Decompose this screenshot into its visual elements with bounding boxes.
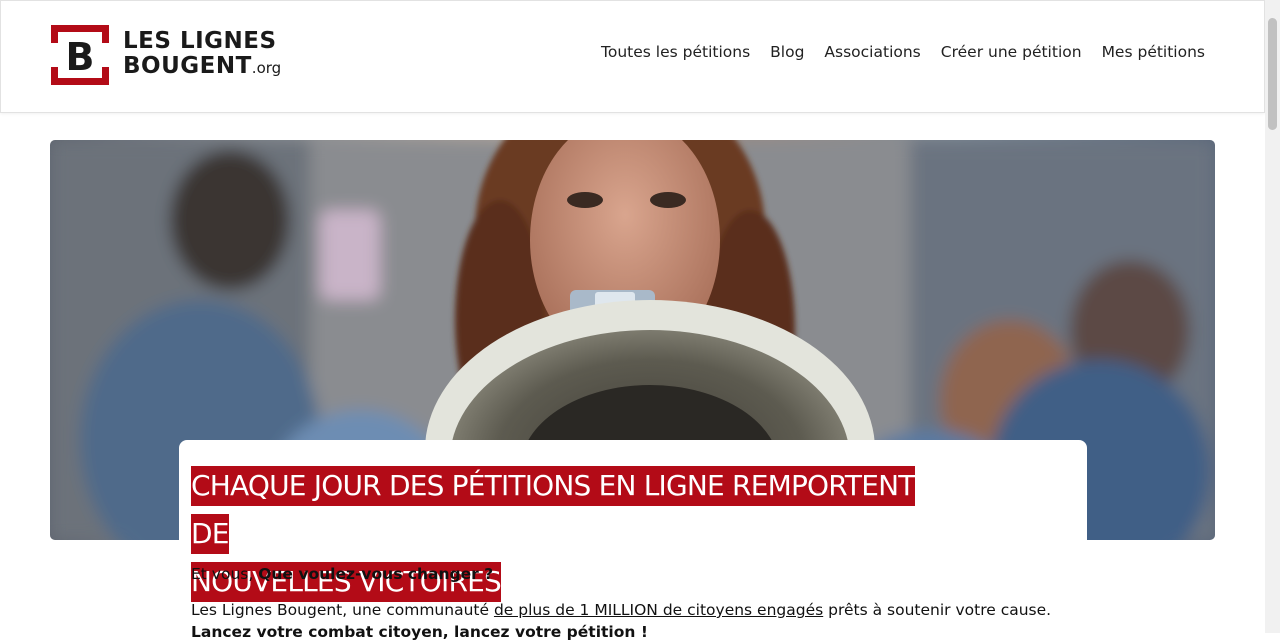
logo-suffix: .org: [251, 59, 282, 77]
main-nav: Toutes les pétitions Blog Associations C…: [601, 43, 1205, 61]
cta-text: Lancez votre combat citoyen, lancez votr…: [191, 623, 648, 641]
page-scrollbar[interactable]: [1265, 0, 1280, 633]
nav-blog[interactable]: Blog: [770, 43, 804, 61]
intro-question: Que voulez-vous changer ?: [258, 565, 494, 583]
hero-headline: CHAQUE JOUR DES PÉTITIONS EN LIGNE REMPO…: [191, 462, 951, 606]
scrollbar-thumb[interactable]: [1268, 18, 1277, 130]
intro-prefix: Et vous,: [191, 565, 259, 583]
site-header: B LES LIGNES BOUGENT.org Toutes les péti…: [0, 0, 1265, 113]
headline-line-1: CHAQUE JOUR DES PÉTITIONS EN LIGNE REMPO…: [191, 466, 915, 554]
site-logo[interactable]: B LES LIGNES BOUGENT.org: [51, 25, 281, 87]
nav-create-petition[interactable]: Créer une pétition: [941, 43, 1082, 61]
nav-associations[interactable]: Associations: [824, 43, 920, 61]
svg-text:B: B: [66, 35, 95, 79]
logo-line-1: LES LIGNES: [123, 28, 277, 54]
description-prefix: Les Lignes Bougent, une communauté: [191, 601, 494, 619]
logo-wordmark: LES LIGNES BOUGENT.org: [123, 29, 281, 81]
logo-line-2: BOUGENT: [123, 53, 252, 79]
description-text: Les Lignes Bougent, une communauté de pl…: [191, 599, 1091, 643]
description-suffix: prêts à soutenir votre cause.: [823, 601, 1052, 619]
intro-text: Et vous, Que voulez-vous changer ?: [191, 565, 493, 583]
nav-all-petitions[interactable]: Toutes les pétitions: [601, 43, 750, 61]
community-link[interactable]: de plus de 1 MILLION de citoyens engagés: [494, 601, 823, 619]
nav-my-petitions[interactable]: Mes pétitions: [1102, 43, 1205, 61]
logo-mark-icon: B: [51, 25, 109, 85]
